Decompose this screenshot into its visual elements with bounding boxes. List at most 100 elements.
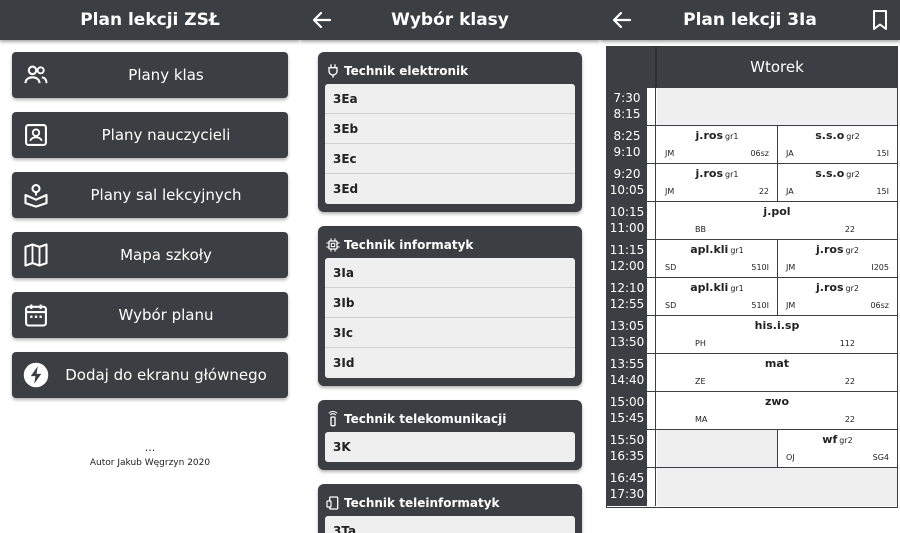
author-credit: Autor Jakub Węgrzyn 2020: [89, 458, 211, 468]
lesson-cell[interactable]: j.pol BB 22: [657, 202, 897, 240]
lesson-end: 12:00: [609, 259, 645, 273]
lesson-subject: s.s.o gr2: [778, 167, 897, 180]
empty-slot: [657, 430, 777, 468]
bolt-icon: [23, 362, 49, 388]
empty-slot: [657, 88, 897, 126]
plug-icon: [328, 64, 338, 78]
lesson-cell[interactable]: s.s.o gr2 JA 15I: [777, 164, 897, 202]
app-bar: Wybór klasy: [300, 0, 600, 40]
app-bar: Plan lekcji 3Ia: [600, 0, 900, 40]
subject-name: apl.kli: [690, 281, 729, 294]
lesson-start: 10:15: [609, 205, 645, 219]
choose-plan-button[interactable]: Wybór planu: [12, 292, 288, 338]
lesson-time: 15:00 15:45: [607, 392, 647, 430]
menu-label: Plany nauczycieli: [101, 126, 231, 144]
timetable-row: 11:15 12:00 apl.kli gr1 SD 510I j.ros gr2 JM I205: [607, 239, 897, 278]
back-arrow-icon[interactable]: [610, 8, 634, 32]
lesson-time: 15:50 16:35: [607, 430, 647, 468]
lesson-cell[interactable]: zwo MA 22: [657, 392, 897, 430]
timetable-row: 12:10 12:55 apl.kli gr1 SD 510I j.ros gr2 JM 06sz: [607, 277, 897, 316]
lesson-subject: his.i.sp: [657, 319, 897, 332]
lesson-end: 10:05: [609, 183, 645, 197]
class-item[interactable]: 3Id: [325, 348, 575, 378]
lesson-cell[interactable]: apl.kli gr1 SD 510I: [657, 278, 777, 316]
teacher-code: BB: [695, 225, 706, 234]
group-label: gr2: [846, 170, 860, 179]
lesson-cell[interactable]: j.ros gr1 JM 06sz: [657, 126, 777, 164]
teacher-code: MA: [695, 415, 708, 424]
time-strip: [647, 126, 656, 164]
lesson-cell[interactable]: mat ZE 22: [657, 354, 897, 392]
teacher-code: SD: [665, 263, 677, 272]
classroom-plans-button[interactable]: Plany sal lekcyjnych: [12, 172, 288, 218]
group-name: Technik elektronik: [344, 64, 469, 78]
subject-name: wf: [822, 433, 838, 446]
timetable-row: 8:25 9:10 j.ros gr1 JM 06sz s.s.o gr2 JA 15I: [607, 125, 897, 164]
group-header: Technik elektronik: [325, 58, 575, 84]
timetable-screen: Plan lekcji 3Ia Wtorek 7:30 8:15 8:25 9:10 j…: [600, 0, 900, 533]
day-label: Wtorek: [750, 58, 804, 76]
menu-label: Mapa szkoły: [120, 246, 212, 264]
lesson-subject: j.ros gr1: [657, 167, 777, 180]
room-number: 22: [758, 187, 769, 196]
class-item[interactable]: 3Ta: [325, 516, 575, 533]
class-item[interactable]: 3Ib: [325, 288, 575, 318]
teacher-plans-button[interactable]: Plany nauczycieli: [12, 112, 288, 158]
group-label: gr2: [846, 132, 860, 141]
class-item[interactable]: 3K: [325, 432, 575, 462]
lesson-time: 11:15 12:00: [607, 240, 647, 278]
class-item[interactable]: 3Ic: [325, 318, 575, 348]
teacher-code: JM: [665, 187, 675, 196]
lesson-cell[interactable]: j.ros gr2 JM 06sz: [777, 278, 897, 316]
menu-label: Plany sal lekcyjnych: [90, 186, 242, 204]
menu-label: Plany klas: [128, 66, 204, 84]
timetable-row: 13:55 14:40 mat ZE 22: [607, 353, 897, 392]
class-list: 3K: [325, 432, 575, 462]
group-label: gr1: [730, 246, 744, 255]
class-item[interactable]: 3Ed: [325, 174, 575, 204]
school-pin-icon: [24, 184, 48, 208]
lesson-start: 9:20: [613, 167, 641, 181]
group-technik-telekomunikacji: Technik telekomunikacji 3K: [318, 400, 582, 470]
lesson-cell[interactable]: apl.kli gr1 SD 510I: [657, 240, 777, 278]
lesson-cell[interactable]: wf gr2 OJ SG4: [777, 430, 897, 468]
teacher-code: OJ: [786, 453, 795, 462]
lesson-subject: j.pol: [657, 205, 897, 218]
time-strip: [647, 392, 656, 430]
lesson-subject: j.ros gr1: [657, 129, 777, 142]
class-item[interactable]: 3Ea: [325, 84, 575, 114]
lesson-cell[interactable]: s.s.o gr2 JA 15I: [777, 126, 897, 164]
class-item[interactable]: 3Eb: [325, 114, 575, 144]
teacher-code: JM: [786, 263, 796, 272]
add-to-home-button[interactable]: Dodaj do ekranu głównego: [12, 352, 288, 398]
subject-name: apl.kli: [690, 243, 729, 256]
lesson-time: 8:25 9:10: [607, 126, 647, 164]
lesson-cell[interactable]: his.i.sp PH 112: [657, 316, 897, 354]
class-item[interactable]: 3Ia: [325, 258, 575, 288]
lesson-time: 13:05 13:50: [607, 316, 647, 354]
contact-icon: [25, 124, 47, 146]
group-name: Technik teleinformatyk: [344, 496, 500, 510]
lesson-end: 12:55: [609, 297, 645, 311]
time-strip: [647, 240, 656, 278]
class-plans-button[interactable]: Plany klas: [12, 52, 288, 98]
back-arrow-icon[interactable]: [310, 8, 334, 32]
lesson-end: 11:00: [609, 221, 645, 235]
lesson-start: 13:05: [609, 319, 645, 333]
time-strip: [647, 202, 656, 240]
subject-name: his.i.sp: [754, 319, 800, 332]
group-label: gr2: [845, 284, 859, 293]
lesson-end: 9:10: [613, 145, 641, 159]
lesson-time: 10:15 11:00: [607, 202, 647, 240]
bookmark-icon[interactable]: [868, 8, 892, 32]
lesson-cell[interactable]: j.ros gr2 JM I205: [777, 240, 897, 278]
group-technik-informatyk: Technik informatyk 3Ia 3Ib 3Ic 3Id: [318, 226, 582, 386]
lesson-cell[interactable]: j.ros gr1 JM 22: [657, 164, 777, 202]
teacher-code: PH: [695, 339, 706, 348]
class-item[interactable]: 3Ec: [325, 144, 575, 174]
subject-name: s.s.o: [815, 129, 845, 142]
timetable-row: 15:00 15:45 zwo MA 22: [607, 391, 897, 430]
school-map-button[interactable]: Mapa szkoły: [12, 232, 288, 278]
group-technik-elektronik: Technik elektronik 3Ea 3Eb 3Ec 3Ed: [318, 52, 582, 212]
lesson-end: 8:15: [613, 107, 641, 121]
